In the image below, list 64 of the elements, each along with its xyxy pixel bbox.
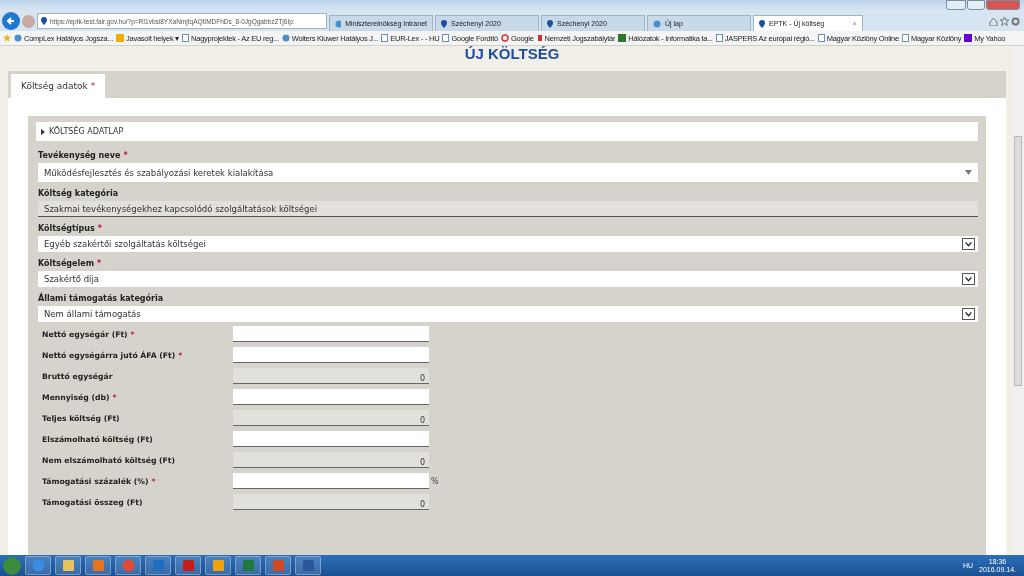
dropdown-field[interactable]: Nem állami támogatás — [38, 306, 978, 322]
minimize-button[interactable] — [946, 0, 966, 10]
settings-icon[interactable] — [1011, 17, 1020, 26]
input-field[interactable] — [233, 473, 429, 489]
map-pin-icon — [547, 19, 553, 28]
star-icon[interactable] — [3, 34, 11, 42]
taskbar-app-button[interactable] — [55, 556, 81, 575]
map-pin-icon — [441, 19, 447, 28]
chevron-down-icon — [962, 273, 975, 285]
close-tab-button[interactable]: × — [852, 19, 857, 28]
readonly-field: Szakmai tevékenységekhez kapcsolódó szolgáltatások költségei — [38, 201, 978, 217]
globe-icon — [281, 34, 290, 42]
globe-icon — [653, 19, 661, 28]
taskbar-app-button[interactable] — [85, 556, 111, 575]
form-tab[interactable]: Költség adatok * — [11, 74, 106, 98]
back-button[interactable] — [2, 12, 20, 30]
map-pin-icon — [41, 17, 47, 25]
globe-icon — [14, 34, 22, 42]
dropdown-field[interactable]: Egyéb szakértői szolgáltatás költségei — [38, 236, 978, 252]
field-label: Állami támogatás kategória — [38, 294, 164, 303]
page-icon — [442, 34, 450, 42]
input-field[interactable] — [233, 389, 429, 405]
star-icon[interactable] — [1000, 17, 1009, 26]
field-label: Költségelem * — [38, 259, 102, 268]
scrollbar[interactable] — [1012, 46, 1024, 555]
dropdown-field[interactable]: Működésfejlesztés és szabályozási keretek kialakítása — [38, 163, 978, 182]
page-icon — [381, 34, 389, 42]
maximize-button[interactable] — [967, 0, 985, 10]
readonly-field: 0 — [233, 494, 429, 510]
forward-button[interactable] — [22, 14, 35, 28]
chevron-down-icon — [962, 238, 975, 250]
page-icon — [817, 34, 825, 42]
page-icon — [901, 34, 909, 42]
taskbar-app-button[interactable] — [175, 556, 201, 575]
globe-icon — [335, 19, 342, 28]
arrow-left-icon — [6, 16, 16, 26]
taskbar-app-button[interactable] — [265, 556, 291, 575]
input-field[interactable] — [233, 431, 429, 447]
taskbar-app-button[interactable] — [235, 556, 261, 575]
section-title: KÖLTSÉG ADATLAP — [49, 127, 124, 136]
taskbar-app-button[interactable] — [145, 556, 171, 575]
home-icon[interactable] — [989, 17, 998, 26]
page-icon — [182, 34, 190, 42]
taskbar-app-button[interactable] — [295, 556, 321, 575]
input-field[interactable] — [233, 347, 429, 363]
map-pin-icon — [759, 19, 765, 28]
page-title: ÚJ KÖLTSÉG — [463, 46, 561, 64]
page-icon — [715, 34, 723, 42]
readonly-field: 0 — [233, 452, 429, 468]
taskbar-app-button[interactable] — [115, 556, 141, 575]
chevron-down-icon — [962, 308, 975, 320]
taskbar-app-button[interactable] — [25, 556, 51, 575]
caret-icon — [965, 170, 972, 175]
readonly-field: 0 — [233, 368, 429, 384]
unit-label: % — [430, 476, 440, 486]
input-field[interactable] — [233, 326, 429, 342]
field-label: Tevékenység neve * — [38, 151, 128, 160]
field-label: Költségtípus * — [38, 224, 102, 233]
start-button[interactable] — [3, 556, 21, 575]
dropdown-field[interactable]: Szakértő díja — [38, 271, 978, 287]
field-label: Költség kategória — [38, 189, 119, 198]
taskbar-app-button[interactable] — [205, 556, 231, 575]
section-header[interactable]: KÖLTSÉG ADATLAP — [36, 122, 978, 141]
readonly-field: 0 — [233, 410, 429, 426]
